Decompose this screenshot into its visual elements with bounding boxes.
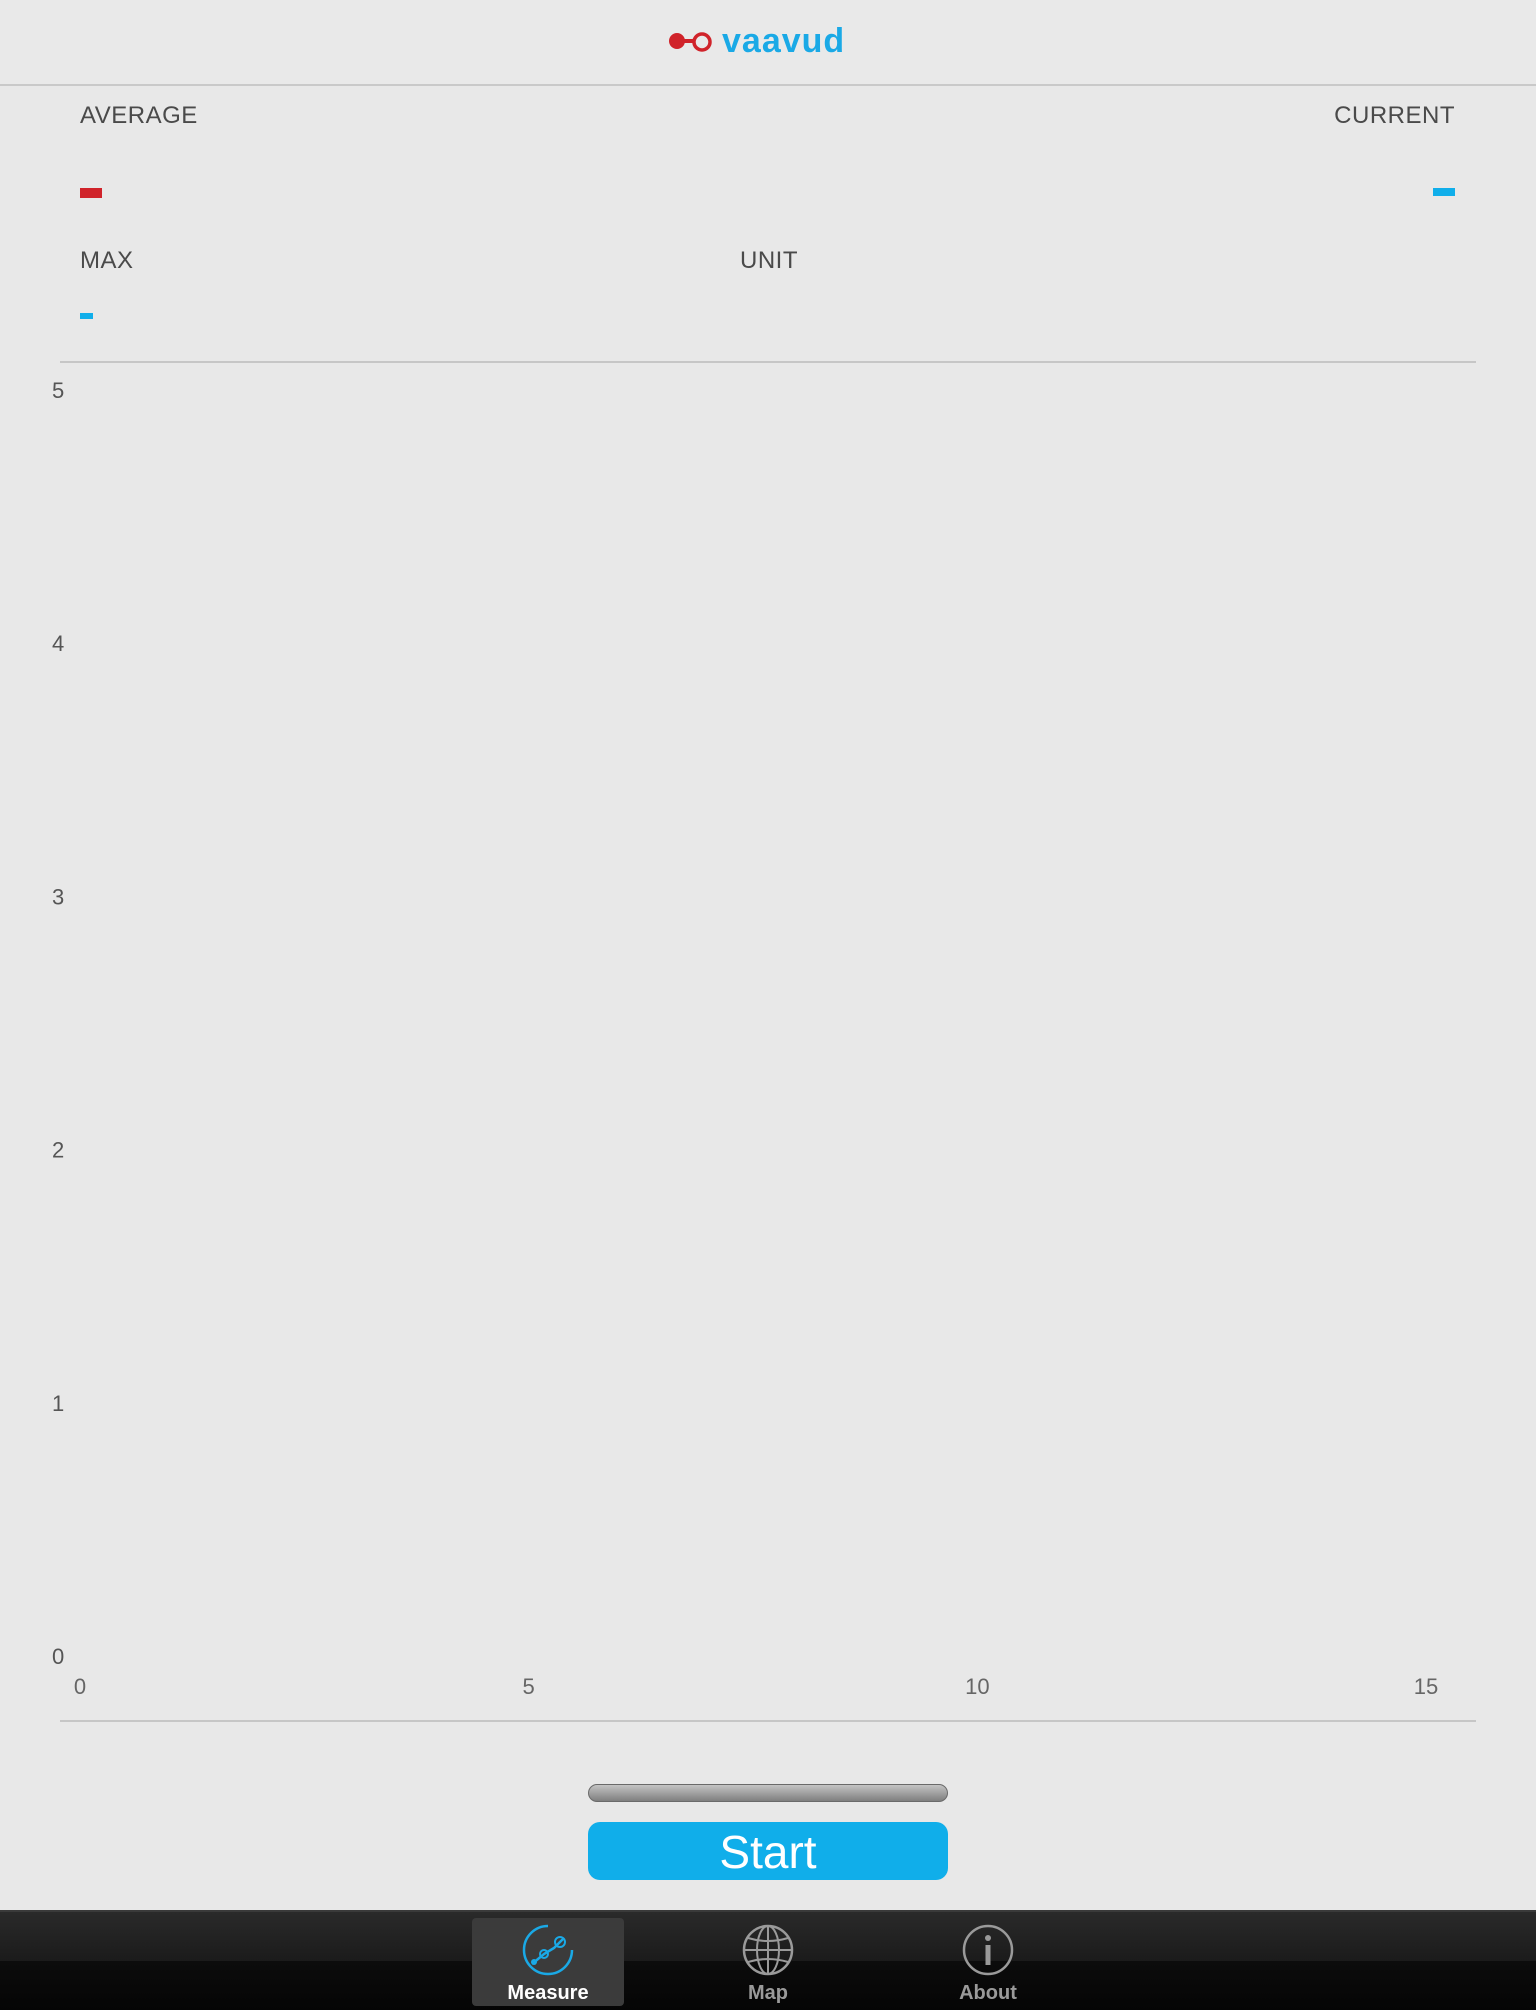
- anemometer-icon: [522, 1924, 574, 1976]
- tab-label: Measure: [507, 1982, 589, 2004]
- bottom-divider: [60, 1720, 1476, 1722]
- x-tick-label: 0: [74, 1674, 86, 1699]
- logo-text: vaavud: [722, 22, 846, 60]
- average-value-placeholder: [80, 188, 102, 198]
- y-tick-label: 0: [52, 1644, 64, 1669]
- vaavud-logo: vaavud: [668, 22, 846, 60]
- start-button[interactable]: Start: [588, 1822, 948, 1880]
- x-tick-label: 10: [965, 1674, 989, 1699]
- tab-label: About: [959, 1982, 1017, 2004]
- tab-map[interactable]: Map: [692, 1918, 844, 2006]
- average-label: AVERAGE: [80, 102, 198, 129]
- logo-mark-icon: [669, 32, 712, 52]
- tab-label: Map: [748, 1982, 788, 2004]
- y-tick-label: 3: [52, 884, 64, 909]
- x-axis-ticks: 0 5 10 15: [74, 1674, 1438, 1699]
- y-tick-label: 4: [52, 631, 64, 656]
- globe-icon: [742, 1924, 794, 1976]
- info-icon: [962, 1924, 1014, 1976]
- measurement-progress-bar: [588, 1784, 948, 1802]
- unit-label: UNIT: [740, 247, 798, 274]
- y-axis-ticks: 0 1 2 3 4 5: [52, 378, 64, 1669]
- y-tick-label: 2: [52, 1138, 64, 1163]
- tab-measure[interactable]: Measure: [472, 1918, 624, 2006]
- x-tick-label: 15: [1414, 1674, 1438, 1699]
- max-value-placeholder: [80, 313, 93, 319]
- x-tick-label: 5: [523, 1674, 535, 1699]
- tab-bar: Measure Map About: [0, 1910, 1536, 2010]
- wind-speed-chart: 0 1 2 3 4 5 0 5 10 15: [52, 378, 1438, 1699]
- max-label: MAX: [80, 247, 134, 274]
- y-tick-label: 5: [52, 378, 64, 403]
- y-tick-label: 1: [52, 1391, 64, 1416]
- tab-about[interactable]: About: [912, 1918, 1064, 2006]
- current-label: CURRENT: [1334, 102, 1455, 129]
- header: vaavud: [0, 0, 1536, 86]
- current-value-placeholder: [1433, 188, 1455, 196]
